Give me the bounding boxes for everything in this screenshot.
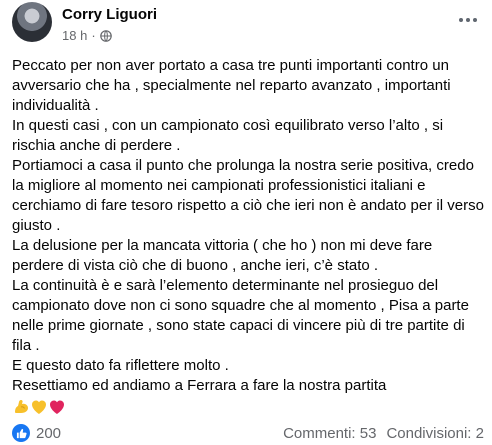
reactions-summary[interactable]: 200 <box>12 424 61 442</box>
post-paragraph: La continuità è e sarà l’elemento determ… <box>12 277 469 354</box>
post-paragraph: Peccato per non aver portato a casa tre … <box>12 57 451 114</box>
shares-count[interactable]: Condivisioni: 2 <box>386 425 484 442</box>
author-name[interactable]: Corry Liguori <box>62 6 157 23</box>
engagement-stats: Commenti: 53 Condivisioni: 2 <box>283 425 484 442</box>
more-options-icon[interactable] <box>456 10 480 30</box>
post-paragraph: Resettiamo ed andiamo a Ferrara a fare l… <box>12 377 387 394</box>
post-paragraph: La delusione per la mancata vittoria ( c… <box>12 237 433 274</box>
post-time[interactable]: 18 h <box>62 28 87 43</box>
red-heart-emoji <box>48 398 66 416</box>
post-text: Peccato per non aver portato a casa tre … <box>12 56 484 396</box>
post-paragraph: E questo dato fa riflettere molto . <box>12 357 229 374</box>
post-footer: 200 Commenti: 53 Condivisioni: 2 <box>12 424 484 444</box>
post-paragraph: In questi casi , con un campionato così … <box>12 117 444 154</box>
post-meta: 18 h · <box>62 28 112 43</box>
post-paragraph: Portiamoci a casa il punto che prolunga … <box>12 157 484 234</box>
yellow-heart-emoji <box>30 398 48 416</box>
meta-separator: · <box>91 28 96 43</box>
comments-count[interactable]: Commenti: 53 <box>283 425 376 442</box>
emoji-row <box>12 398 66 416</box>
avatar[interactable] <box>12 2 52 42</box>
post-header: Corry Liguori 18 h · <box>12 2 484 46</box>
reaction-count[interactable]: 200 <box>36 425 61 442</box>
like-reaction-icon <box>12 424 30 442</box>
flexed-biceps-emoji <box>12 398 30 416</box>
globe-icon[interactable] <box>99 29 112 42</box>
